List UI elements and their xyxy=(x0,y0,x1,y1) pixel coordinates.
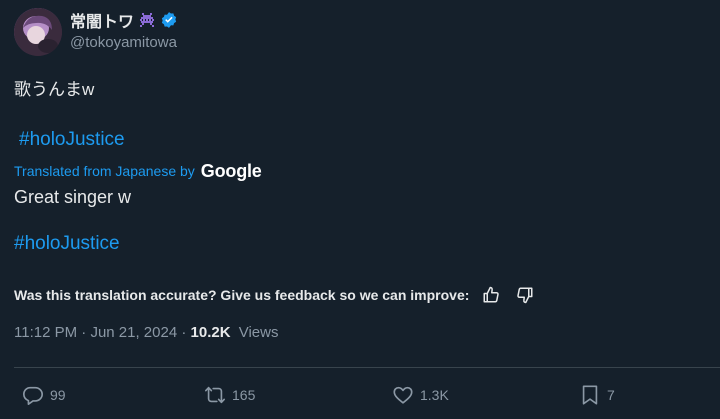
translated-label[interactable]: Translated from Japanese by xyxy=(14,163,195,179)
thumbs-down-button[interactable] xyxy=(511,283,539,307)
bookmark-button[interactable]: 7 xyxy=(579,382,615,408)
reply-count: 99 xyxy=(50,387,66,403)
thumbs-up-button[interactable] xyxy=(477,283,505,307)
tweet-time[interactable]: 11:12 PM xyxy=(14,324,77,341)
display-name[interactable]: 常闇トワ xyxy=(70,8,134,32)
user-handle[interactable]: @tokoyamitowa xyxy=(70,34,177,51)
divider xyxy=(14,367,720,368)
meta-separator: · xyxy=(181,324,191,341)
hashtag-link-translated[interactable]: #holoJustice xyxy=(14,233,120,255)
like-icon xyxy=(393,386,413,404)
reply-icon xyxy=(23,386,43,405)
space-invader-icon xyxy=(138,11,156,29)
tweet-text: 歌うんまw xyxy=(14,80,95,99)
repost-count: 165 xyxy=(232,387,256,403)
translated-by-row: Translated from Japanese by Google xyxy=(14,160,262,182)
google-logo: Google xyxy=(200,160,262,181)
avatar[interactable] xyxy=(14,8,62,56)
tweet-date[interactable]: Jun 21, 2024 xyxy=(90,324,177,341)
views-count: 10.2K xyxy=(190,324,231,341)
reply-button[interactable]: 99 xyxy=(22,382,66,408)
like-button[interactable]: 1.3K xyxy=(392,382,449,408)
tweet-meta: 11:12 PM · Jun 21, 2024 · 10.2K Views xyxy=(14,324,278,341)
repost-button[interactable]: 165 xyxy=(204,382,255,408)
action-bar: 99 165 1.3K 7 xyxy=(0,382,720,408)
feedback-prompt: Was this translation accurate? Give us f… xyxy=(14,287,470,303)
translation-feedback-row: Was this translation accurate? Give us f… xyxy=(14,283,539,307)
bookmark-count: 7 xyxy=(607,387,615,403)
verified-badge-icon[interactable] xyxy=(160,11,178,29)
views-label: Views xyxy=(238,324,279,341)
thumbs-down-icon xyxy=(517,287,533,304)
translation-text: Great singer w xyxy=(14,187,132,207)
thumbs-up-icon xyxy=(483,286,500,303)
bookmark-icon xyxy=(582,385,598,405)
like-count: 1.3K xyxy=(420,387,449,403)
hashtag-link-original[interactable]: #holoJustice xyxy=(19,129,125,151)
user-name-row: 常闇トワ xyxy=(70,9,178,31)
repost-icon xyxy=(205,386,225,404)
